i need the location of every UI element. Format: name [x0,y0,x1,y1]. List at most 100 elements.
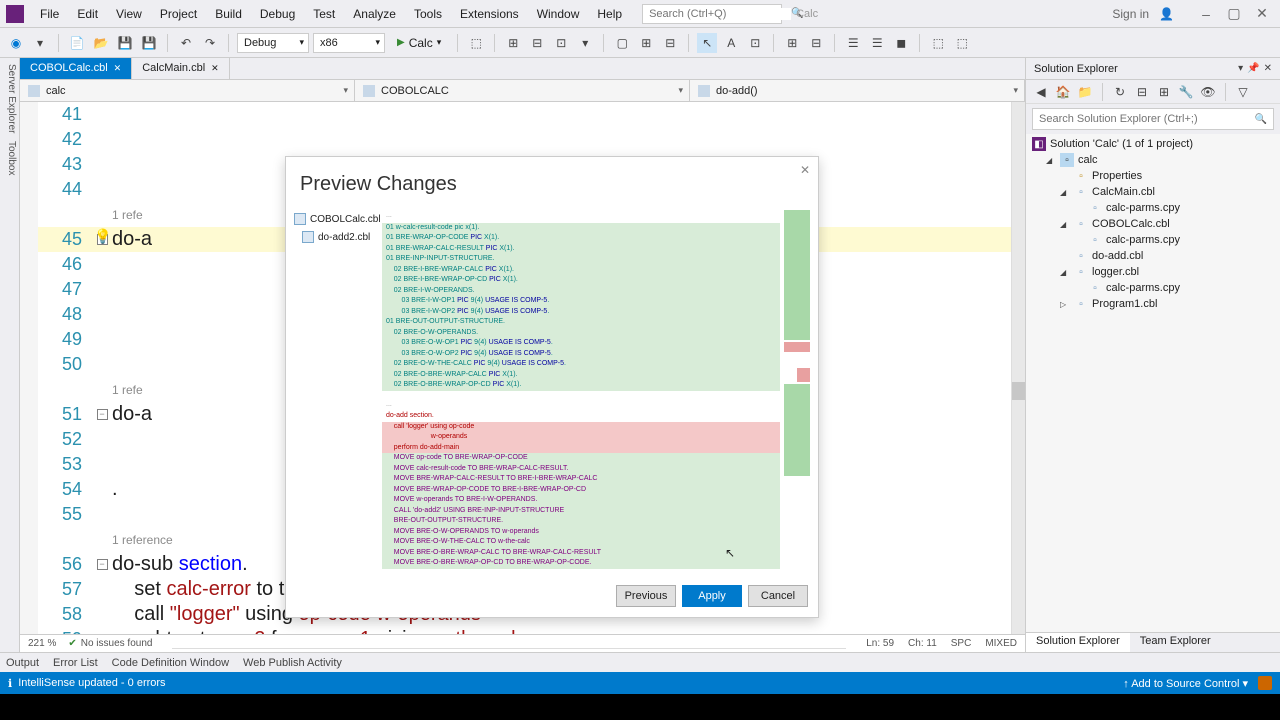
notification-bell-icon[interactable] [1258,676,1272,690]
nav-back-icon[interactable]: ◉ [6,33,26,53]
left-tool-rail[interactable]: Server Explorer Toolbox [0,58,20,652]
menu-tools[interactable]: Tools [406,3,450,25]
bottom-panel-tabs[interactable]: Output Error List Code Definition Window We… [0,652,1280,672]
tab-close-icon[interactable]: ✕ [211,63,219,74]
config-select[interactable]: Debug [237,33,309,53]
file-tree-item[interactable]: do-add2.cbl [294,228,382,246]
undo-icon[interactable]: ↶ [176,33,196,53]
menu-view[interactable]: View [108,3,150,25]
close-icon[interactable]: ✕ [1264,63,1272,74]
toolbar-icon[interactable]: ⊟ [806,33,826,53]
toolbar-icon[interactable]: ↖ [697,33,717,53]
redo-icon[interactable]: ↷ [200,33,220,53]
close-button[interactable]: ✕ [1250,4,1274,24]
toolbar-icon[interactable]: ▢ [612,33,632,53]
toolbar-icon[interactable]: ⬚ [952,33,972,53]
nav-type-dropdown[interactable]: COBOLCALC [355,80,690,101]
menu-help[interactable]: Help [589,3,630,25]
fold-toggle[interactable]: − [97,409,108,420]
filter-icon[interactable]: ▽ [1234,83,1252,101]
fold-toggle[interactable]: − [97,559,108,570]
collapse-icon[interactable]: ⊟ [1133,83,1151,101]
menu-file[interactable]: File [32,3,67,25]
dialog-close-icon[interactable]: ✕ [800,163,810,177]
menu-build[interactable]: Build [207,3,250,25]
tree-node[interactable]: ▷▫Program1.cbl [1026,296,1280,312]
solution-node[interactable]: ◧Solution 'Calc' (1 of 1 project) [1026,136,1280,152]
scrollbar-map[interactable] [1011,102,1025,634]
tree-node[interactable]: ▫do-add.cbl [1026,248,1280,264]
back-icon[interactable]: ◀ [1032,83,1050,101]
tree-node[interactable]: ◢▫CalcMain.cbl [1026,184,1280,200]
sync-icon[interactable]: 📁 [1076,83,1094,101]
document-tab[interactable]: COBOLCalc.cbl✕ [20,58,132,79]
tree-node[interactable]: ◢▫logger.cbl [1026,264,1280,280]
new-item-icon[interactable]: 📄 [67,33,87,53]
tree-node[interactable]: ▫calc-parms.cpy [1026,200,1280,216]
diff-preview[interactable]: ... 01 w-calc-result-code pic x(1).01 BR… [382,210,780,569]
toolbar-icon[interactable]: ⊞ [782,33,802,53]
toolbar-icon[interactable]: ▾ [575,33,595,53]
toolbar-icon[interactable]: ⬚ [466,33,486,53]
tree-node[interactable]: ◢▫calc [1026,152,1280,168]
menu-analyze[interactable]: Analyze [345,3,404,25]
toolbar-icon[interactable]: ⊡ [745,33,765,53]
toolbar-icon[interactable]: ⊞ [636,33,656,53]
tree-node[interactable]: ▫Properties [1026,168,1280,184]
file-tree-item[interactable]: COBOLCalc.cbl [294,210,382,228]
panel-tab[interactable]: Error List [53,657,98,669]
previous-button[interactable]: Previous [616,585,676,607]
global-search-input[interactable] [649,8,791,20]
menu-edit[interactable]: Edit [69,3,106,25]
save-icon[interactable]: 💾 [115,33,135,53]
pin-icon[interactable]: 📌 [1247,63,1259,74]
solution-search-input[interactable] [1039,113,1255,125]
rail-tab[interactable]: Server Explorer [2,64,17,133]
menu-debug[interactable]: Debug [252,3,303,25]
sign-in-link[interactable]: Sign in [1112,7,1149,21]
tree-node[interactable]: ◢▫COBOLCalc.cbl [1026,216,1280,232]
global-search[interactable]: 🔍 [642,4,782,24]
save-all-icon[interactable]: 💾 [139,33,159,53]
open-icon[interactable]: 📂 [91,33,111,53]
changed-files-tree[interactable]: COBOLCalc.cbl do-add2.cbl [294,210,382,569]
home-icon[interactable]: 🏠 [1054,83,1072,101]
menu-test[interactable]: Test [305,3,343,25]
properties-icon[interactable]: 🔧 [1177,83,1195,101]
panel-tab[interactable]: Web Publish Activity [243,657,342,669]
apply-button[interactable]: Apply [682,585,742,607]
refresh-icon[interactable]: ↻ [1111,83,1129,101]
toolbar-icon[interactable]: ☰ [843,33,863,53]
lightbulb-icon[interactable]: 💡 [94,228,110,244]
menu-extensions[interactable]: Extensions [452,3,527,25]
toolbar-icon[interactable]: ⊞ [503,33,523,53]
tree-node[interactable]: ▫calc-parms.cpy [1026,280,1280,296]
start-debug-button[interactable]: ▶Calc▾ [389,36,449,50]
tool-window-tabs[interactable]: Solution Explorer Team Explorer [1026,632,1280,652]
cancel-button[interactable]: Cancel [748,585,808,607]
panel-tab[interactable]: Output [6,657,39,669]
maximize-button[interactable]: ▢ [1222,4,1246,24]
preview-icon[interactable]: 👁 [1199,83,1217,101]
toolbar-icon[interactable]: ☰ [867,33,887,53]
solution-explorer-header[interactable]: Solution Explorer ▾📌✕ [1026,58,1280,80]
toolbar-icon[interactable]: ⊟ [660,33,680,53]
minimize-button[interactable]: – [1194,4,1218,24]
nav-fwd-icon[interactable]: ▾ [30,33,50,53]
solution-search[interactable]: 🔍 [1032,108,1274,130]
toolbar-icon[interactable]: ⊟ [527,33,547,53]
toolbar-icon[interactable]: ⊡ [551,33,571,53]
tree-node[interactable]: ▫calc-parms.cpy [1026,232,1280,248]
solution-tree[interactable]: ◧Solution 'Calc' (1 of 1 project) ◢▫calc… [1026,134,1280,632]
nav-member-dropdown[interactable]: do-add() [690,80,1025,101]
platform-select[interactable]: x86 [313,33,385,53]
tab-solution-explorer[interactable]: Solution Explorer [1026,633,1130,652]
menu-window[interactable]: Window [529,3,588,25]
dropdown-icon[interactable]: ▾ [1238,63,1243,74]
source-control-button[interactable]: ↑ Add to Source Control ▾ [1123,677,1248,690]
panel-tab[interactable]: Code Definition Window [112,657,229,669]
diff-minimap[interactable] [784,210,810,569]
user-icon[interactable]: 👤 [1159,7,1174,21]
tab-team-explorer[interactable]: Team Explorer [1130,633,1221,652]
toolbar-icon[interactable]: A [721,33,741,53]
